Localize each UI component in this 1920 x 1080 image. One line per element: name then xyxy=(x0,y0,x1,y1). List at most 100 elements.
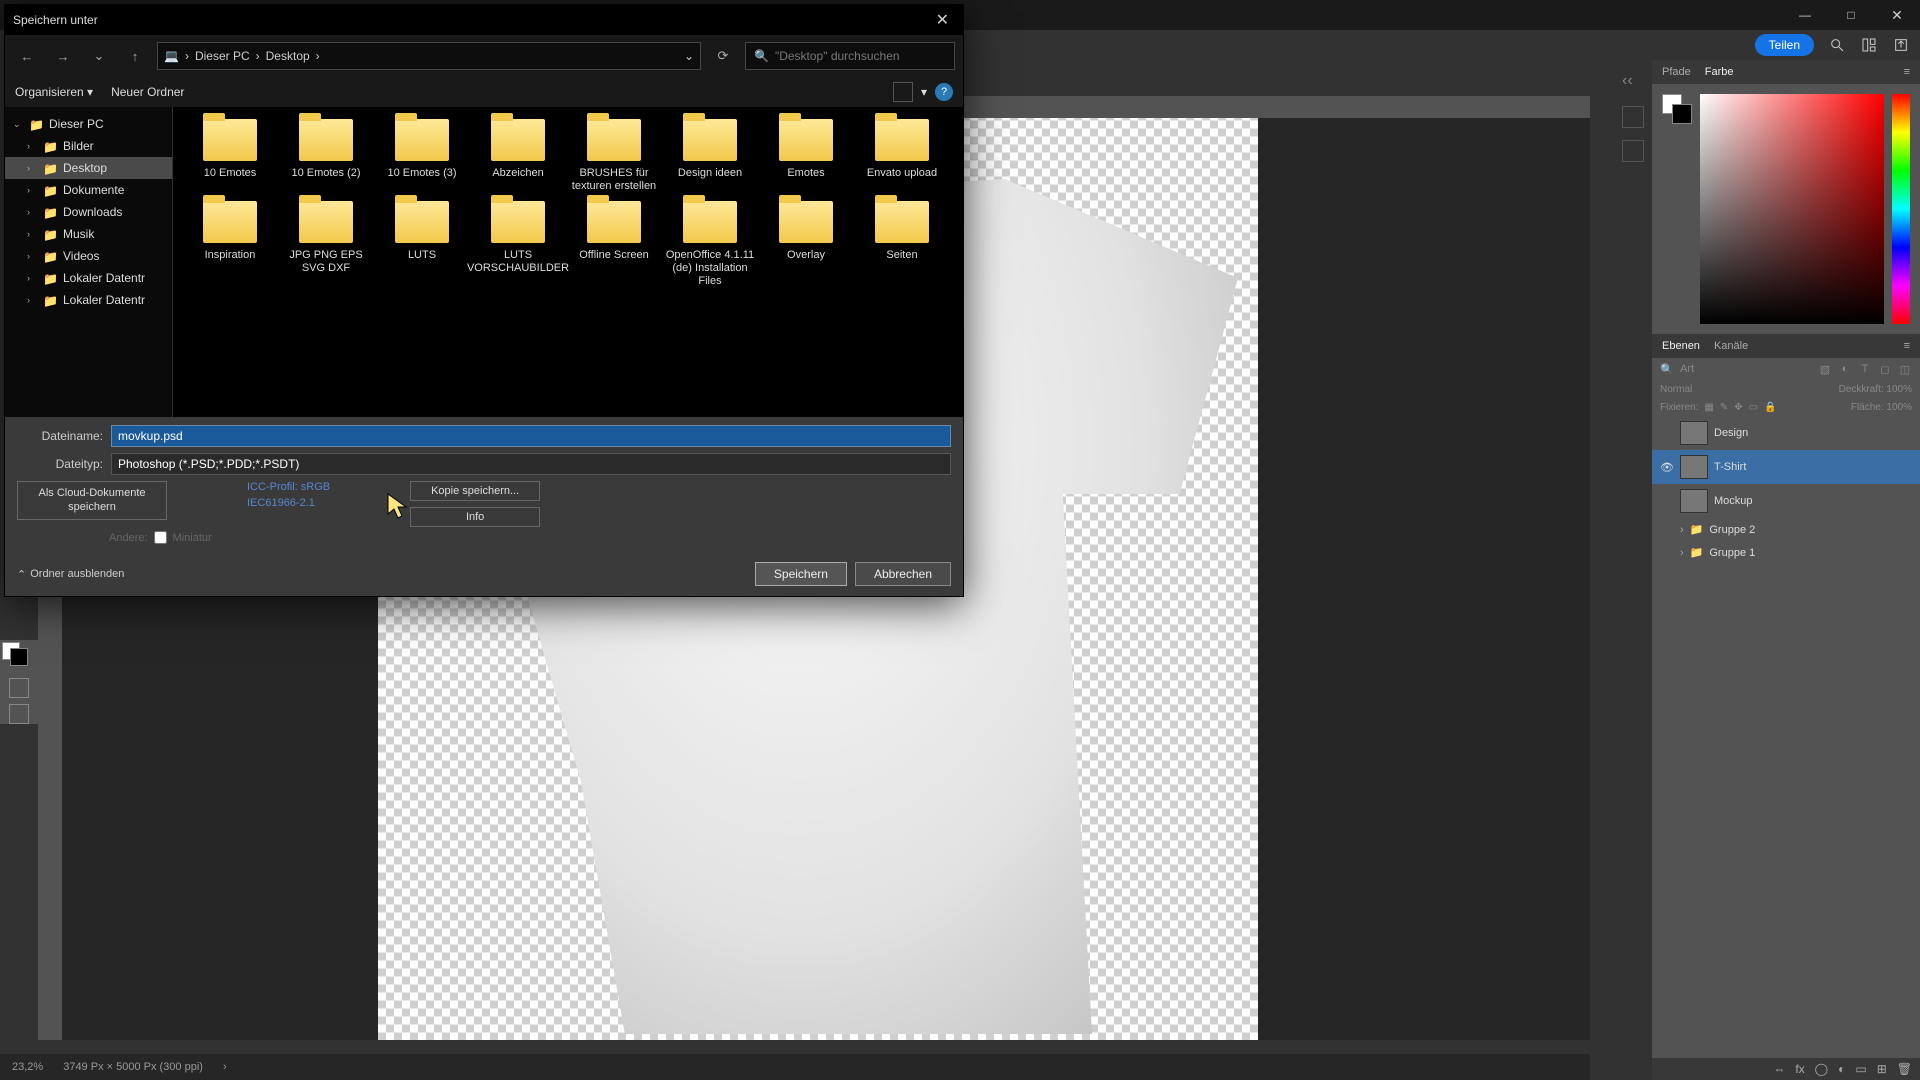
folder-item[interactable]: Offline Screen xyxy=(569,201,659,289)
quickmask-icon[interactable] xyxy=(9,678,29,698)
panel-icon-2[interactable] xyxy=(1622,140,1644,162)
filter-shape-icon[interactable]: ◻ xyxy=(1878,362,1892,376)
folder-item[interactable]: OpenOffice 4.1.11 (de) Installation File… xyxy=(665,201,755,289)
filter-type-icon[interactable]: T xyxy=(1858,362,1872,376)
panel-menu-icon[interactable]: ≡ xyxy=(1904,66,1910,78)
folder-item[interactable]: 10 Emotes (3) xyxy=(377,119,467,195)
layer-row[interactable]: ›📁Gruppe 1 xyxy=(1652,541,1920,564)
folder-item[interactable]: BRUSHES für texturen erstellen xyxy=(569,119,659,195)
view-mode-button[interactable] xyxy=(893,82,913,102)
fg-bg-swatches[interactable] xyxy=(1662,94,1692,124)
folder-item[interactable]: Design ideen xyxy=(665,119,755,195)
search-input[interactable]: 🔍 "Desktop" durchsuchen xyxy=(745,42,955,70)
folder-item[interactable]: Overlay xyxy=(761,201,851,289)
new-folder-button[interactable]: Neuer Ordner xyxy=(111,85,184,99)
organize-menu[interactable]: Organisieren ▾ xyxy=(15,85,93,99)
nav-forward-button[interactable]: → xyxy=(49,42,77,70)
delete-layer-icon[interactable]: 🗑 xyxy=(1897,1062,1912,1076)
filter-kind-label[interactable]: Art xyxy=(1680,363,1812,375)
lock-all-icon[interactable]: ▦ xyxy=(1704,402,1713,413)
minimize-button[interactable]: — xyxy=(1782,0,1828,30)
share-button[interactable]: Teilen xyxy=(1755,34,1814,56)
cloud-save-button[interactable]: Als Cloud-Dokumente speichern xyxy=(17,481,167,520)
dialog-titlebar[interactable]: Speichern unter ✕ xyxy=(5,5,963,35)
filter-smart-icon[interactable]: ◫ xyxy=(1898,362,1912,376)
new-layer-icon[interactable]: ⊞ xyxy=(1877,1062,1887,1076)
lock-icon[interactable]: 🔒 xyxy=(1764,402,1776,413)
tree-item[interactable]: ›📁Musik xyxy=(5,223,172,245)
search-icon[interactable] xyxy=(1828,36,1846,54)
file-grid[interactable]: 10 Emotes10 Emotes (2)10 Emotes (3)Abzei… xyxy=(173,107,963,417)
lock-pixel-icon[interactable]: ✎ xyxy=(1720,402,1728,413)
refresh-button[interactable]: ⟳ xyxy=(709,42,737,70)
hue-slider[interactable] xyxy=(1892,94,1910,324)
tree-item[interactable]: ›📁Lokaler Datentr xyxy=(5,289,172,311)
panel-icon-1[interactable] xyxy=(1622,106,1644,128)
info-button[interactable]: Info xyxy=(410,507,540,527)
tab-farbe[interactable]: Farbe xyxy=(1705,66,1734,78)
help-button[interactable]: ? xyxy=(935,83,953,101)
adjustment-layer-icon[interactable]: ◐ xyxy=(1838,1062,1845,1076)
status-arrow[interactable]: › xyxy=(223,1061,227,1073)
group-expand-icon[interactable]: › xyxy=(1680,524,1684,536)
nav-up-button[interactable]: ↑ xyxy=(121,42,149,70)
color-field[interactable] xyxy=(1700,94,1884,324)
bg-color-swatch[interactable] xyxy=(1672,104,1692,124)
save-copy-button[interactable]: Kopie speichern... xyxy=(410,481,540,501)
view-dropdown-icon[interactable]: ▾ xyxy=(921,85,927,99)
dialog-close-button[interactable]: ✕ xyxy=(930,10,955,30)
zoom-level[interactable]: 23,2% xyxy=(12,1061,43,1073)
app-close-button[interactable]: ✕ xyxy=(1874,0,1920,30)
folder-item[interactable]: Emotes xyxy=(761,119,851,195)
filter-pixel-icon[interactable]: ▧ xyxy=(1818,362,1832,376)
thumbnail-checkbox[interactable] xyxy=(154,531,167,544)
share-export-icon[interactable] xyxy=(1892,36,1910,54)
workspace-icon[interactable] xyxy=(1860,36,1878,54)
filter-search-icon[interactable]: 🔍 xyxy=(1660,362,1674,376)
filter-adjust-icon[interactable]: ◐ xyxy=(1838,362,1852,376)
filename-input[interactable] xyxy=(111,425,951,447)
new-group-icon[interactable]: ▭ xyxy=(1855,1062,1866,1076)
folder-item[interactable]: 10 Emotes xyxy=(185,119,275,195)
tree-item[interactable]: ›📁Bilder xyxy=(5,135,172,157)
group-expand-icon[interactable]: › xyxy=(1680,547,1684,559)
breadcrumb-dropdown-icon[interactable]: ⌄ xyxy=(684,49,694,63)
breadcrumb-location[interactable]: Desktop xyxy=(266,49,310,63)
folder-item[interactable]: Seiten xyxy=(857,201,947,289)
cancel-button[interactable]: Abbrechen xyxy=(855,562,951,586)
hide-folders-toggle[interactable]: ⌃Ordner ausblenden xyxy=(17,568,124,581)
folder-item[interactable]: JPG PNG EPS SVG DXF xyxy=(281,201,371,289)
tab-pfade[interactable]: Pfade xyxy=(1662,66,1691,78)
layer-row[interactable]: 👁T-Shirt xyxy=(1652,450,1920,484)
breadcrumb-pc[interactable]: Dieser PC xyxy=(195,49,250,63)
tree-item[interactable]: ›📁Videos xyxy=(5,245,172,267)
tree-item[interactable]: ›📁Desktop xyxy=(5,157,172,179)
folder-item[interactable]: Abzeichen xyxy=(473,119,563,195)
tree-item[interactable]: ›📁Lokaler Datentr xyxy=(5,267,172,289)
layer-mask-icon[interactable]: ◯ xyxy=(1815,1062,1828,1076)
opacity-value[interactable]: 100% xyxy=(1886,384,1912,395)
screenmode-icon[interactable] xyxy=(9,704,29,724)
lock-position-icon[interactable]: ✥ xyxy=(1734,402,1742,413)
save-button[interactable]: Speichern xyxy=(755,562,847,586)
tab-kanale[interactable]: Kanäle xyxy=(1714,340,1748,352)
blend-mode-select[interactable]: Normal xyxy=(1660,384,1692,395)
fill-value[interactable]: 100% xyxy=(1886,402,1912,413)
layer-fx-icon[interactable]: fx xyxy=(1795,1062,1804,1076)
folder-tree[interactable]: ⌄📁Dieser PC›📁Bilder›📁Desktop›📁Dokumente›… xyxy=(5,107,173,417)
nav-recent-button[interactable]: ⌄ xyxy=(85,42,113,70)
tab-ebenen[interactable]: Ebenen xyxy=(1662,340,1700,352)
folder-item[interactable]: LUTS xyxy=(377,201,467,289)
collapse-handle-icon[interactable]: ‹‹ xyxy=(1622,72,1644,94)
layer-row[interactable]: Mockup xyxy=(1652,484,1920,518)
folder-item[interactable]: Envato upload xyxy=(857,119,947,195)
layers-menu-icon[interactable]: ≡ xyxy=(1904,340,1910,352)
layer-row[interactable]: Design xyxy=(1652,416,1920,450)
background-swatch[interactable] xyxy=(10,648,28,666)
tree-item[interactable]: ›📁Downloads xyxy=(5,201,172,223)
tree-item[interactable]: ›📁Dokumente xyxy=(5,179,172,201)
maximize-button[interactable]: □ xyxy=(1828,0,1874,30)
nav-back-button[interactable]: ← xyxy=(13,42,41,70)
layer-row[interactable]: ›📁Gruppe 2 xyxy=(1652,518,1920,541)
tree-root-item[interactable]: ⌄📁Dieser PC xyxy=(5,113,172,135)
